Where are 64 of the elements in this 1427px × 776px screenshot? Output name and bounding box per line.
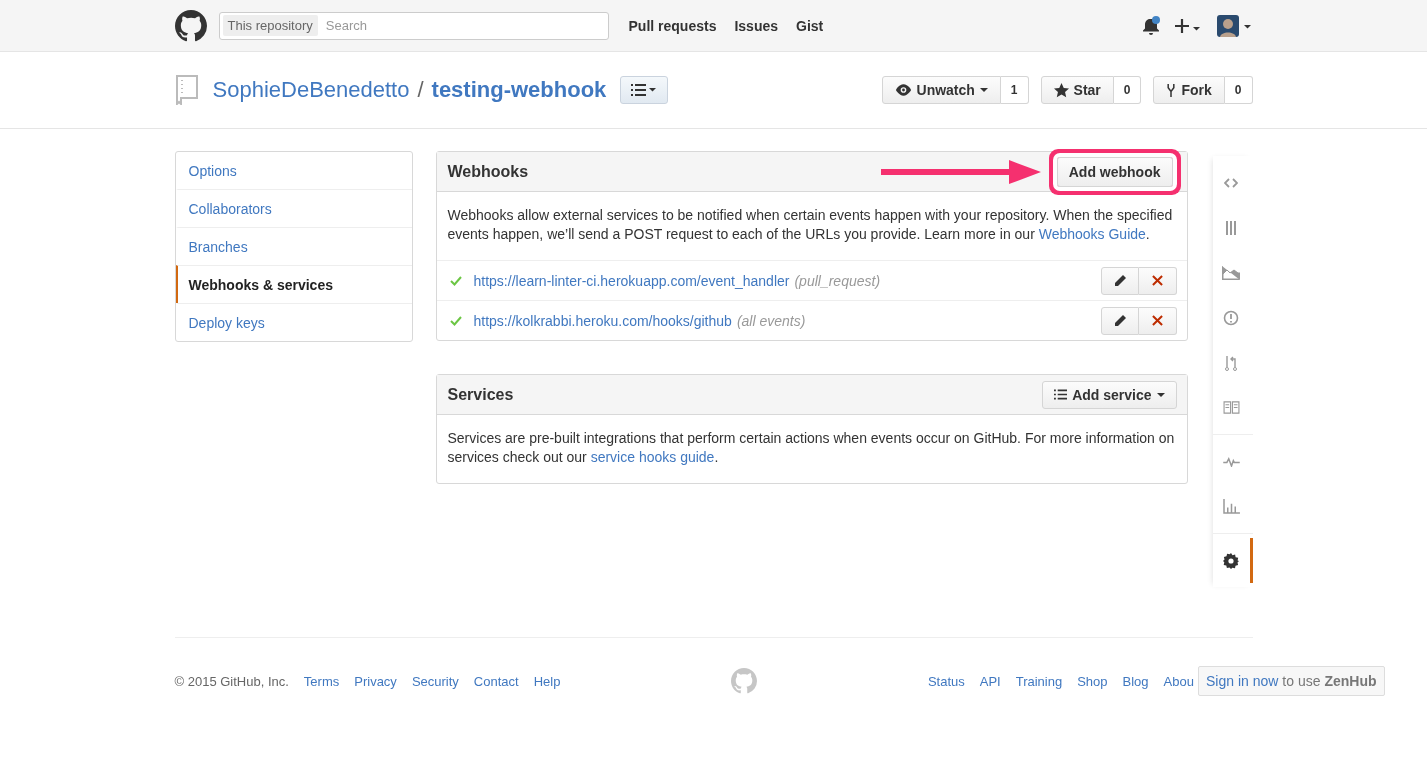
list-caret-icon — [631, 84, 658, 96]
action-count[interactable]: 1 — [1000, 76, 1029, 104]
eye-icon — [894, 84, 912, 96]
pencil-icon — [1112, 313, 1127, 328]
webhooks-guide-link[interactable]: Webhooks Guide — [1038, 226, 1146, 242]
footer-link[interactable]: Training — [1015, 673, 1063, 689]
webhook-events: (all events) — [736, 312, 806, 329]
search-scope-label: This repository — [222, 15, 318, 36]
footer-link[interactable]: Status — [927, 673, 965, 689]
settings-menu-item[interactable]: Deploy keys — [175, 303, 412, 341]
footer-link[interactable]: Contact — [473, 673, 519, 689]
repository-action-button[interactable]: Star — [1040, 76, 1114, 104]
repository-name-link[interactable]: testing-webhook — [431, 77, 607, 103]
caret-icon — [1156, 392, 1165, 397]
repository-book-icon — [174, 75, 199, 105]
octocat-logo-icon[interactable] — [174, 9, 207, 42]
action-count[interactable]: 0 — [1113, 76, 1142, 104]
footer-link[interactable]: Help — [533, 673, 561, 689]
footer-link[interactable]: Privacy — [354, 673, 397, 689]
repository-action-button[interactable]: Unwatch — [881, 76, 1001, 104]
bell-icon[interactable] — [1140, 15, 1161, 36]
footer-link[interactable]: API — [979, 673, 1001, 689]
settings-menu-item[interactable]: Options — [175, 152, 412, 189]
zenhub-sign-in-link[interactable]: Sign in now — [1205, 673, 1279, 689]
close-icon — [1151, 315, 1163, 326]
webhook-events: (pull_request) — [794, 272, 881, 289]
footer-link[interactable]: Abou — [1163, 673, 1194, 689]
header-nav-link[interactable]: Gist — [796, 17, 824, 34]
path-separator: / — [417, 77, 424, 103]
add-service-button[interactable]: Add service — [1042, 380, 1177, 409]
header-nav-link[interactable]: Pull requests — [628, 17, 717, 34]
action-count[interactable]: 0 — [1224, 76, 1253, 104]
panel-title: Services — [447, 385, 514, 404]
search-bar[interactable]: This repository Search — [218, 11, 609, 40]
close-icon — [1151, 275, 1163, 286]
plus-dropdown-icon[interactable] — [1174, 17, 1201, 34]
list-dropdown-button[interactable] — [620, 76, 669, 104]
edit-button[interactable] — [1100, 306, 1139, 335]
edit-button[interactable] — [1100, 266, 1139, 295]
search-field[interactable]: Search — [317, 17, 605, 34]
list-icon — [1054, 389, 1068, 400]
webhook-url-link[interactable]: https://learn-linter-ci.herokuapp.com/event_handler — [473, 272, 790, 289]
settings-menu-item[interactable]: Webhooks & services — [175, 265, 412, 303]
repository-action-button[interactable]: Fork — [1153, 76, 1225, 104]
star-icon — [1053, 82, 1069, 98]
delete-button[interactable] — [1138, 266, 1177, 295]
delete-button[interactable] — [1138, 306, 1177, 335]
service-hooks-guide-link[interactable]: service hooks guide — [590, 449, 715, 465]
footer-link[interactable]: Blog — [1122, 673, 1149, 689]
fork-icon — [1166, 82, 1177, 98]
header-nav-link[interactable]: Issues — [734, 17, 778, 34]
footer-link[interactable]: Shop — [1077, 673, 1108, 689]
webhook-url-link[interactable]: https://kolkrabbi.heroku.com/hooks/github — [473, 312, 732, 329]
repository-owner-link[interactable]: SophieDeBenedetto — [212, 77, 410, 103]
copyright-text: © 2015 GitHub, Inc. — [174, 673, 289, 689]
panel-title: Webhooks — [447, 162, 529, 181]
footer-link[interactable]: Terms — [303, 673, 340, 689]
zenhub-banner-text: to use ZenHub — [1282, 673, 1377, 689]
avatar-dropdown-icon[interactable] — [1216, 14, 1253, 37]
settings-menu-item[interactable]: Collaborators — [175, 189, 412, 227]
webhooks-description: Webhooks allow external services to be notified when certain events happen with your repository. When the specified events happen, we’ll send a POST request to each of the URLs you provide. Learn more in our Webhooks Guide. — [446, 206, 1174, 244]
pencil-icon — [1112, 273, 1127, 288]
footer-link[interactable]: Security — [411, 673, 459, 689]
services-description: Services are pre-built integrations that perform certain actions when events occur on GitHub. For more information on services check out our service hooks guide. — [446, 429, 1176, 467]
